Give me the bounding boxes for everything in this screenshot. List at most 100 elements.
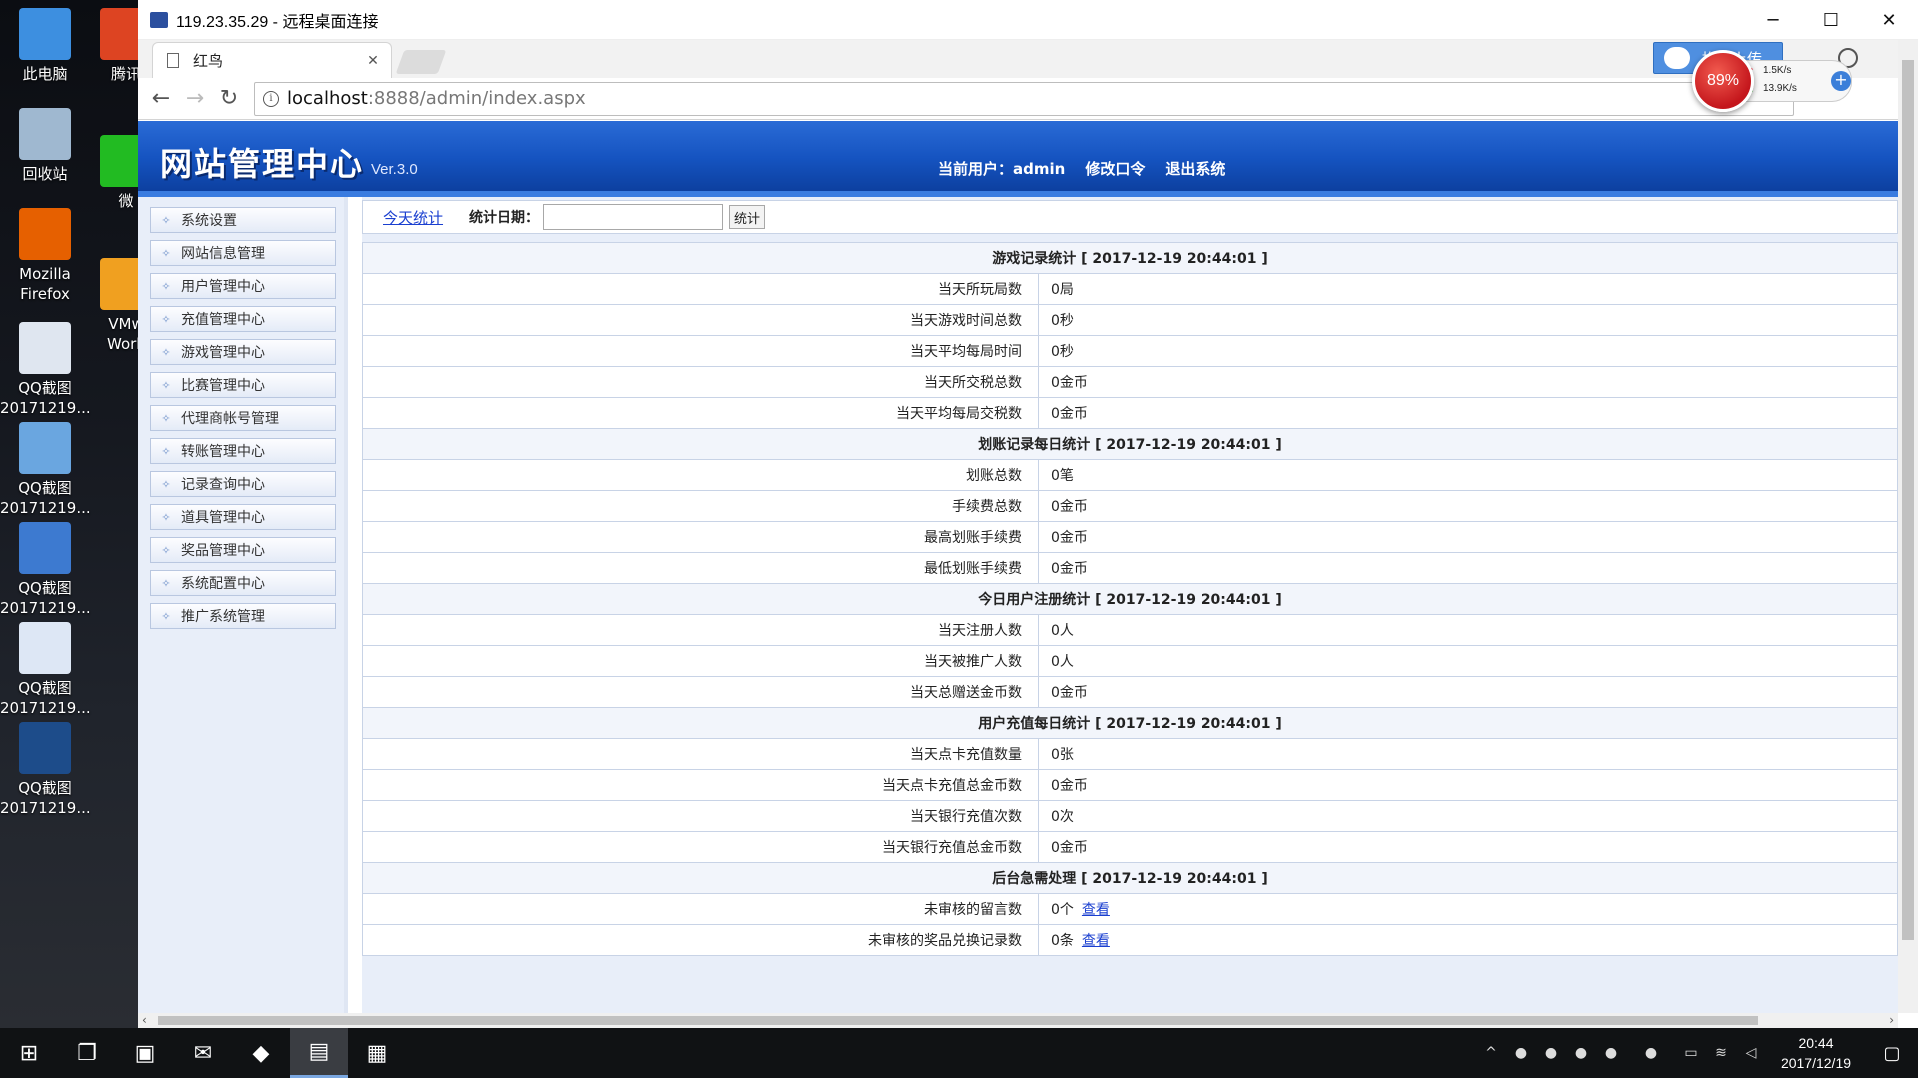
network-speed-widget[interactable]: 1.5K/s 13.9K/s + 89%	[1692, 50, 1852, 112]
sidebar-item[interactable]: ✧ 推广系统管理	[150, 603, 336, 629]
volume-icon[interactable]: ◁	[1736, 1045, 1766, 1061]
bullet-icon: ✧	[161, 213, 171, 227]
sidebar-item[interactable]: ✧ 记录查询中心	[150, 471, 336, 497]
tray-chevron-icon[interactable]: ^	[1476, 1045, 1506, 1061]
sidebar-item[interactable]: ✧ 奖品管理中心	[150, 537, 336, 563]
vmware-task-icon[interactable]: ▦	[348, 1028, 406, 1078]
stat-value-cell: 0人	[1038, 614, 1898, 646]
sidebar-item[interactable]: ✧ 道具管理中心	[150, 504, 336, 530]
view-link[interactable]: 查看	[1082, 933, 1110, 949]
table-row: 当天平均每局交税数 0金币	[362, 397, 1898, 429]
tray-app-icon[interactable]: ●	[1566, 1045, 1596, 1061]
sidebar-item-label: 用户管理中心	[181, 279, 265, 295]
reload-icon[interactable]: ↻	[212, 82, 246, 116]
sidebar-item[interactable]: ✧ 用户管理中心	[150, 273, 336, 299]
remote-desktop-task-icon[interactable]: ▤	[290, 1028, 348, 1078]
clock[interactable]: 20:44 2017/12/19	[1766, 1033, 1866, 1073]
stat-button[interactable]: 统计	[729, 205, 766, 229]
wifi-icon[interactable]: ≋	[1706, 1045, 1736, 1061]
stat-value-cell: 0金币	[1038, 552, 1898, 584]
stat-value: 0秒	[1051, 344, 1074, 360]
download-speed: 13.9K/s	[1749, 83, 1797, 95]
site-title: 网站管理中心	[160, 145, 365, 183]
tab-close-icon[interactable]: ✕	[361, 53, 385, 69]
maximize-button[interactable]: ☐	[1802, 0, 1860, 40]
stat-value: 0次	[1051, 809, 1074, 825]
sidebar-item[interactable]: ✧ 转账管理中心	[150, 438, 336, 464]
desktop-icon-label: 此电脑	[22, 65, 68, 83]
stat-value-cell: 0次	[1038, 800, 1898, 832]
desktop-icon[interactable]: 回收站	[0, 108, 90, 184]
change-password-link[interactable]: 修改口令	[1085, 158, 1145, 179]
sidebar-item[interactable]: ✧ 比赛管理中心	[150, 372, 336, 398]
battery-icon[interactable]: ▭	[1676, 1045, 1706, 1061]
sidebar-item[interactable]: ✧ 系统配置中心	[150, 570, 336, 596]
today-stats-link[interactable]: 今天统计	[383, 207, 443, 228]
tray-app-icon[interactable]: ●	[1506, 1045, 1536, 1061]
taskbar: ⊞ ❐ ▣ ✉ ◆ ▤ ▦ ^ ● ● ● ● ● ▭ ≋ ◁ 20:44 20…	[0, 1028, 1918, 1078]
mail-icon[interactable]: ✉	[174, 1028, 232, 1078]
back-icon[interactable]: ←	[144, 82, 178, 116]
stat-label: 当天平均每局交税数	[362, 397, 1039, 429]
notification-icon[interactable]: ▢	[1866, 1043, 1918, 1064]
sidebar-item[interactable]: ✧ 代理商帐号管理	[150, 405, 336, 431]
section-title: 划账记录每日统计 [ 2017-12-19 20:44:01 ]	[362, 428, 1898, 460]
table-row: 当天银行充值次数 0次	[362, 800, 1898, 832]
section-title: 游戏记录统计 [ 2017-12-19 20:44:01 ]	[362, 242, 1898, 274]
app-icon[interactable]: ◆	[232, 1028, 290, 1078]
horizontal-scroll-thumb[interactable]	[158, 1016, 1758, 1025]
current-user: 当前用户：admin	[938, 158, 1065, 179]
logout-link[interactable]: 退出系统	[1165, 158, 1225, 179]
desktop-icon[interactable]: QQ截图 20171219...	[0, 322, 91, 418]
url-path: :8888/admin/index.aspx	[367, 88, 586, 109]
info-icon[interactable]: i	[263, 90, 279, 107]
desktop-icon-label: QQ截图 20171219...	[0, 679, 91, 717]
scroll-left-icon[interactable]: ‹	[142, 1013, 147, 1027]
desktop-icon[interactable]: Mozilla Firefox	[0, 208, 90, 304]
desktop-icon[interactable]: QQ截图 20171219...	[0, 722, 91, 818]
sidebar-item[interactable]: ✧ 游戏管理中心	[150, 339, 336, 365]
sidebar-item[interactable]: ✧ 充值管理中心	[150, 306, 336, 332]
table-row: 未审核的留言数 0个 查看	[362, 893, 1898, 925]
stat-label: 当天总赠送金币数	[362, 676, 1039, 708]
minimize-button[interactable]: ─	[1744, 0, 1802, 40]
new-tab-button[interactable]	[395, 50, 447, 74]
document-icon	[167, 53, 179, 68]
cloud-icon	[1664, 47, 1690, 69]
current-user-name: admin	[1013, 160, 1066, 178]
tray-qq-icon[interactable]: ●	[1626, 1045, 1676, 1061]
sidebar-item[interactable]: ✧ 系统设置	[150, 207, 336, 233]
close-button[interactable]: ✕	[1860, 0, 1918, 40]
stat-label: 当天被推广人数	[362, 645, 1039, 677]
desktop-icon[interactable]: QQ截图 20171219...	[0, 422, 91, 518]
stat-label: 未审核的奖品兑换记录数	[362, 924, 1039, 956]
plus-icon[interactable]: +	[1831, 71, 1851, 91]
desktop-icon-label: Mozilla Firefox	[19, 265, 71, 303]
desktop-icon-image	[19, 522, 71, 574]
site-version: Ver.3.0	[371, 161, 418, 178]
desktop-icon[interactable]: 此电脑	[0, 8, 90, 84]
task-view-icon[interactable]: ❐	[58, 1028, 116, 1078]
stat-date-input[interactable]	[543, 204, 724, 230]
desktop-icon[interactable]: QQ截图 20171219...	[0, 622, 91, 718]
forward-icon[interactable]: →	[178, 82, 212, 116]
vertical-scroll-thumb[interactable]	[1902, 60, 1914, 940]
store-icon[interactable]: ▣	[116, 1028, 174, 1078]
scroll-right-icon[interactable]: ›	[1889, 1013, 1894, 1027]
sidebar-item[interactable]: ✧ 网站信息管理	[150, 240, 336, 266]
stat-value: 0金币	[1051, 530, 1088, 546]
stats-table: 游戏记录统计 [ 2017-12-19 20:44:01 ] 当天所玩局数 0局 当天…	[362, 242, 1898, 956]
view-link[interactable]: 查看	[1082, 902, 1110, 918]
browser-tab[interactable]: 红鸟 ✕	[152, 42, 392, 78]
vertical-scrollbar[interactable]	[1898, 40, 1918, 1013]
horizontal-scrollbar[interactable]: ‹ ›	[138, 1013, 1898, 1028]
desktop-icon[interactable]: QQ截图 20171219...	[0, 522, 91, 618]
tray-app-icon[interactable]: ●	[1536, 1045, 1566, 1061]
tray-app-icon[interactable]: ●	[1596, 1045, 1626, 1061]
sidebar-item-label: 代理商帐号管理	[181, 411, 279, 427]
stat-value: 0金币	[1051, 840, 1088, 856]
stat-label: 手续费总数	[362, 490, 1039, 522]
url-input[interactable]: i localhost :8888/admin/index.aspx	[254, 81, 1794, 116]
start-icon[interactable]: ⊞	[0, 1028, 58, 1078]
sidebar-item-label: 充值管理中心	[181, 312, 265, 328]
